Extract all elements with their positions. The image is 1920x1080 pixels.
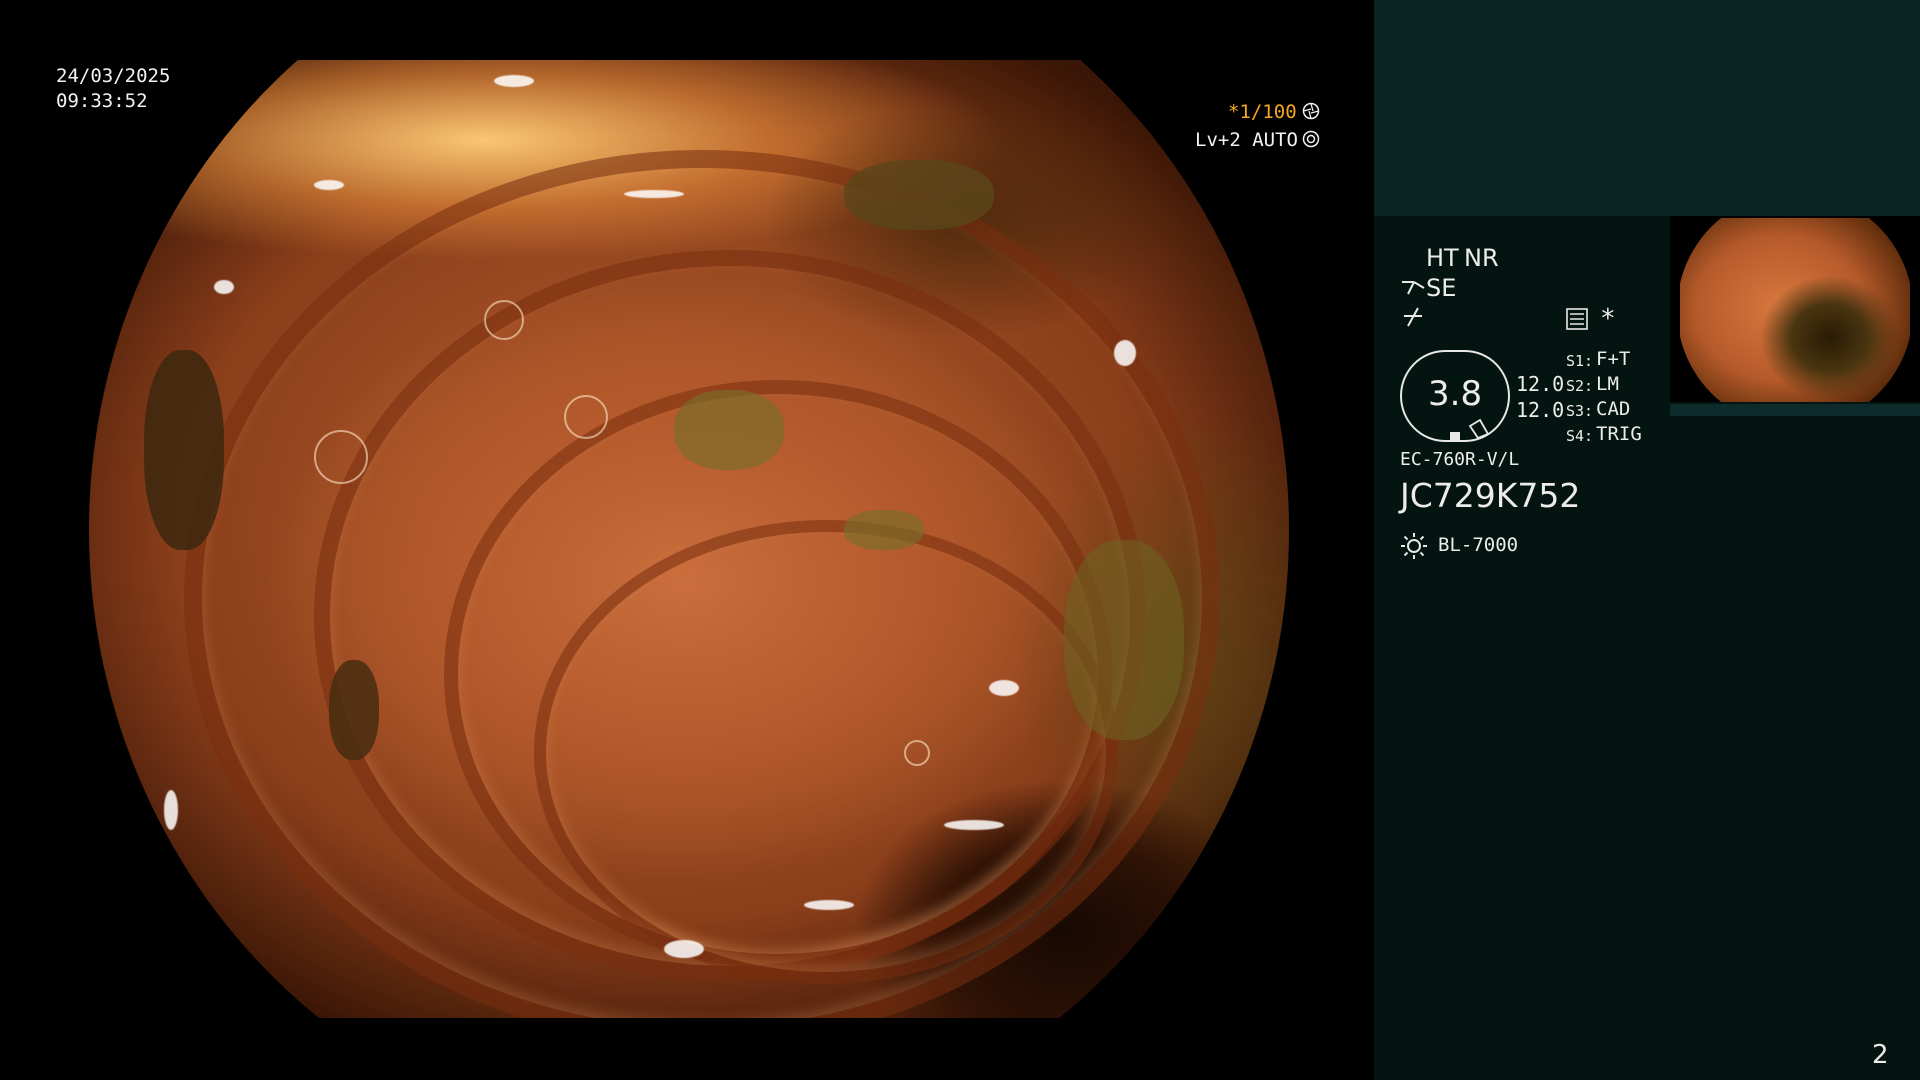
gauge-pointer-icon <box>1468 418 1490 440</box>
info-panel: HT NR SE * 3.8 12.0 12.0 S1: F+T S2: LM … <box>1374 0 1920 1080</box>
s4-key: S4: <box>1566 427 1594 445</box>
bubble <box>484 300 524 340</box>
highlight <box>314 180 344 190</box>
date-label: 24/03/2025 <box>56 65 171 87</box>
thumbnail-status-bar <box>1670 404 1920 416</box>
highlight <box>494 75 534 87</box>
highlight <box>989 680 1019 696</box>
debris <box>1064 540 1184 740</box>
captured-image-thumbnail[interactable] <box>1670 216 1920 402</box>
se-label: SE <box>1426 274 1457 302</box>
highlight <box>164 790 178 830</box>
bubble <box>904 740 930 766</box>
s1-key: S1: <box>1566 352 1594 370</box>
highlight <box>1114 340 1136 366</box>
debris <box>144 350 224 550</box>
s2-key: S2: <box>1566 377 1594 395</box>
s2-value: LM <box>1596 373 1619 395</box>
debris <box>674 390 784 470</box>
scope-model-label: EC-760R-V/L <box>1400 449 1520 470</box>
page-number: 2 <box>1872 1040 1889 1070</box>
settings-list-icon <box>1566 308 1588 330</box>
time-label: 09:33:52 <box>56 90 148 112</box>
mucosal-fold <box>534 520 1118 984</box>
debris <box>844 160 994 230</box>
auto-iris-icon <box>1302 130 1320 148</box>
asterisk-indicator: * <box>1600 304 1616 334</box>
s3-value: CAD <box>1596 398 1631 420</box>
nr-label: NR <box>1464 244 1499 272</box>
thumbnail-image <box>1680 218 1910 402</box>
gauge-marker <box>1450 432 1460 440</box>
debris <box>844 510 924 550</box>
value-1: 12.0 <box>1516 372 1565 396</box>
endoscope-view-area: 24/03/2025 09:33:52 *1/100 Lv+2 AUTO <box>0 0 1374 1080</box>
value-2: 12.0 <box>1516 398 1565 422</box>
exposure-level-label: Lv+2 AUTO <box>1195 129 1298 151</box>
aperture-icon <box>1302 102 1320 120</box>
zoom-value: 3.8 <box>1428 374 1483 414</box>
s1-value: F+T <box>1596 348 1631 370</box>
highlight <box>944 820 1004 830</box>
bubble <box>314 430 368 484</box>
light-source-label: BL-7000 <box>1438 534 1519 556</box>
s4-value: TRIG <box>1596 423 1642 445</box>
highlight <box>804 900 854 910</box>
bubble <box>564 395 608 439</box>
highlight <box>214 280 234 294</box>
panel-header-area <box>1374 0 1920 216</box>
zigzag-icon <box>1404 307 1422 327</box>
endoscopic-image <box>89 60 1289 1018</box>
light-source-icon <box>1401 533 1427 559</box>
shutter-speed-label: *1/100 <box>1228 101 1297 123</box>
scope-tip-icon <box>1402 281 1425 295</box>
s3-key: S3: <box>1566 402 1594 420</box>
highlight <box>624 190 684 198</box>
ht-label: HT <box>1426 244 1459 272</box>
scope-serial-label: JC729K752 <box>1400 476 1581 515</box>
highlight <box>664 940 704 958</box>
debris <box>329 660 379 760</box>
